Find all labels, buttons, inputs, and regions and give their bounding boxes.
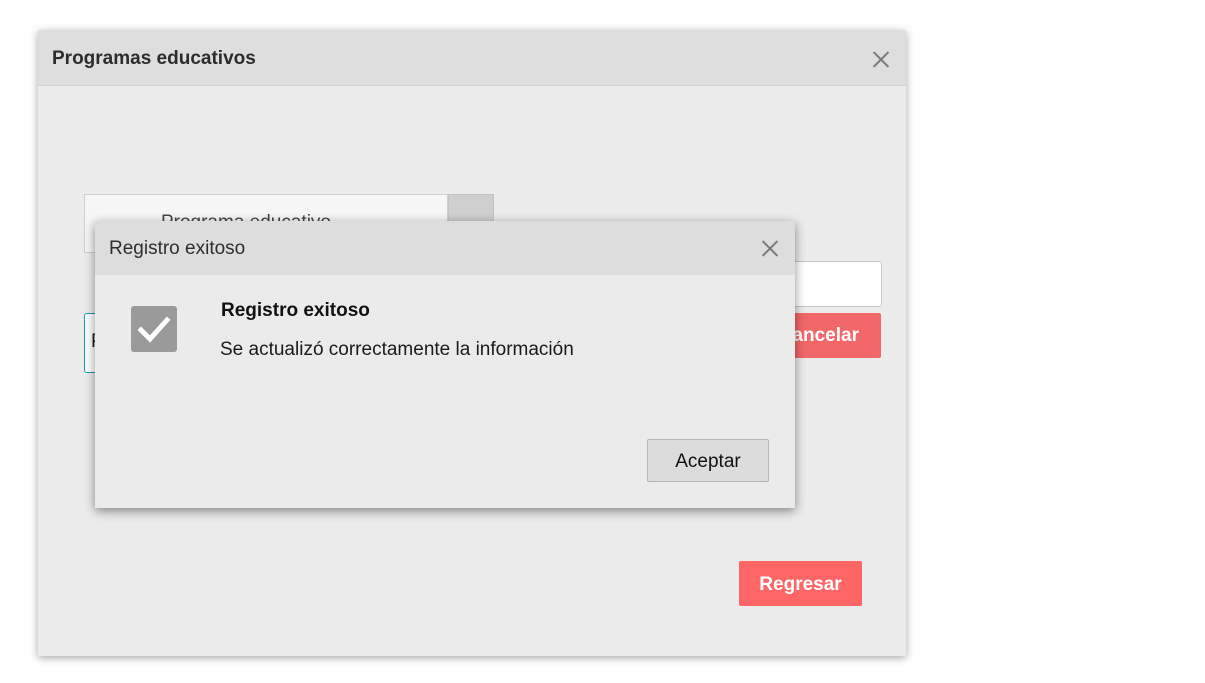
message-title: Registro exitoso [221,300,370,321]
window-header: Programas educativos [38,30,906,86]
back-button[interactable]: Regresar [739,561,862,606]
window-close-icon[interactable] [869,47,893,71]
message-body: Se actualizó correctamente la informació… [220,339,574,360]
dialog-title: Registro exitoso [109,238,246,259]
check-icon [131,306,177,352]
window-title: Programas educativos [52,48,256,69]
dialog-header: Registro exitoso [95,221,795,275]
accept-button[interactable]: Aceptar [647,439,769,482]
dialog-close-icon[interactable] [758,236,782,260]
success-dialog: Registro exitoso Registro exitoso Se act… [95,221,795,508]
